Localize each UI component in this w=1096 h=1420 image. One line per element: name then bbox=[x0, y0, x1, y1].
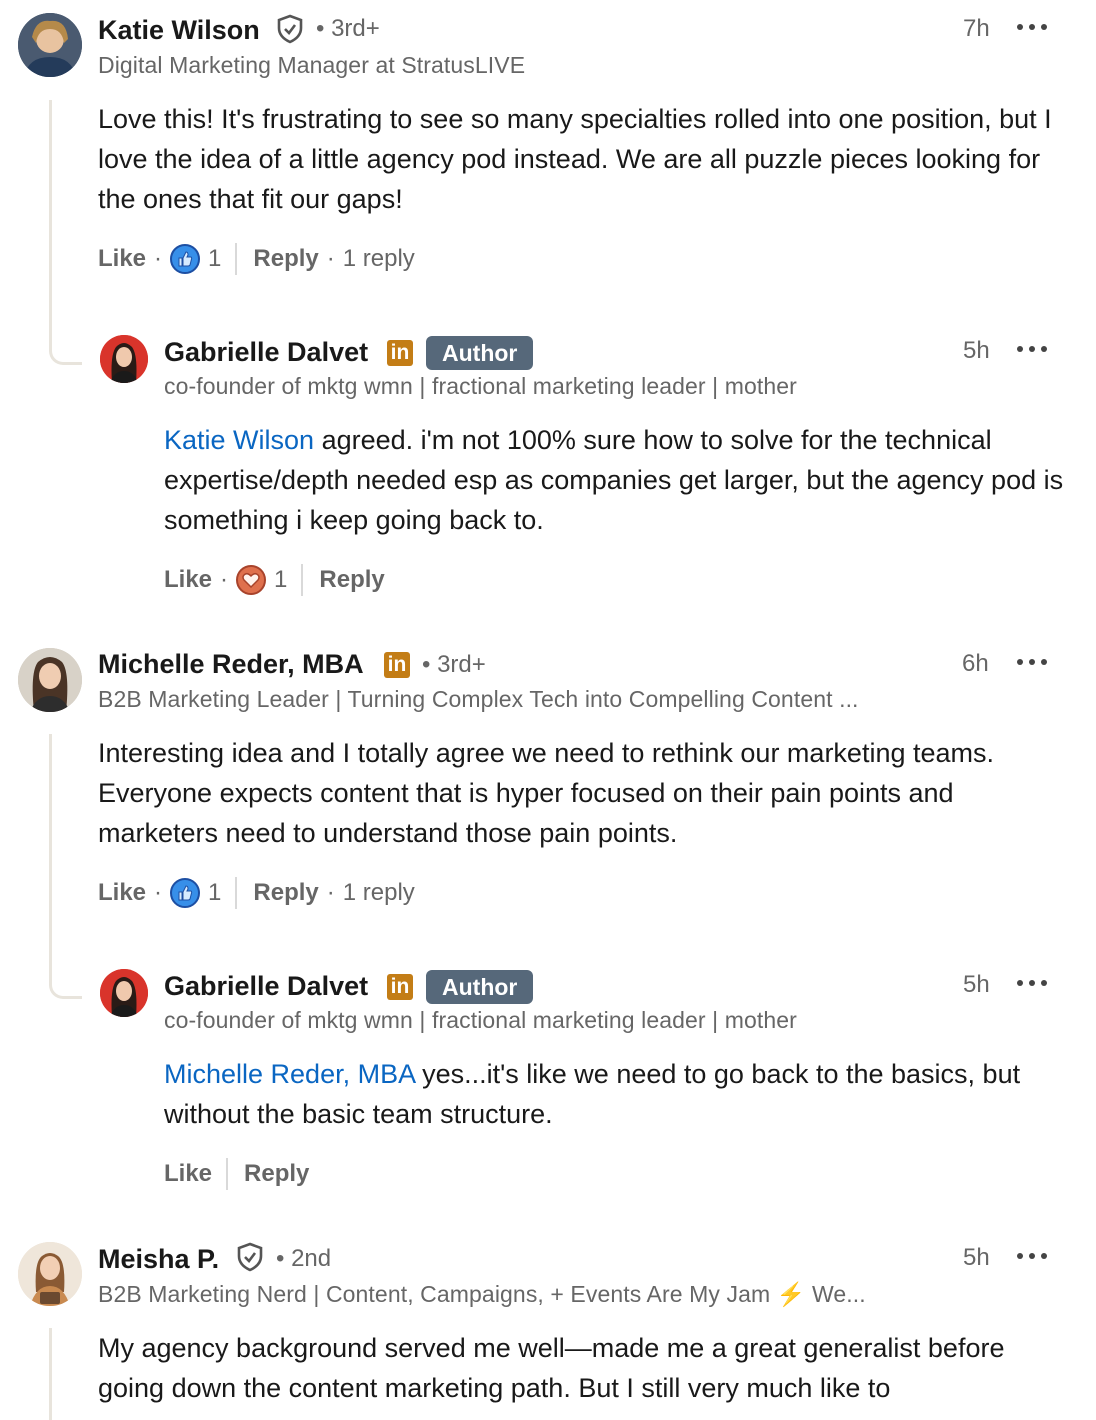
more-options-icon[interactable] bbox=[1017, 978, 1047, 988]
replies-count-link[interactable]: 1 reply bbox=[343, 879, 415, 907]
linkedin-badge-icon: in bbox=[384, 652, 410, 678]
commenter-headline: B2B Marketing Nerd | Content, Campaigns,… bbox=[98, 1281, 866, 1307]
comment-text: Interesting idea and I totally agree we … bbox=[98, 738, 995, 848]
reply-button[interactable]: Reply bbox=[253, 879, 318, 907]
mention-link[interactable]: Michelle Reder, MBA bbox=[164, 1059, 415, 1089]
more-options-icon[interactable] bbox=[1017, 344, 1047, 354]
avatar[interactable] bbox=[18, 648, 82, 712]
more-options-icon[interactable] bbox=[1017, 1251, 1047, 1261]
linkedin-badge-icon: in bbox=[387, 340, 413, 366]
commenter-headline: Digital Marketing Manager at StratusLIVE bbox=[98, 52, 526, 78]
comment-text: My agency background served me well—made… bbox=[98, 1333, 1005, 1403]
reaction-count[interactable]: 1 bbox=[208, 879, 221, 907]
comment-actions: Like · 1 Reply · 1 reply bbox=[98, 242, 415, 276]
comment-time: 5h bbox=[963, 971, 990, 998]
comment-time: 5h bbox=[963, 1244, 990, 1271]
thread-line bbox=[49, 1328, 52, 1420]
mention-link[interactable]: Katie Wilson bbox=[164, 425, 314, 455]
avatar[interactable] bbox=[100, 335, 148, 383]
comment-text: Michelle Reder, MBA yes...it's like we n… bbox=[164, 1054, 1064, 1134]
comment-time: 7h bbox=[963, 15, 990, 42]
commenter-name[interactable]: Meisha P. bbox=[98, 1244, 219, 1275]
connection-degree: • 3rd+ bbox=[316, 15, 380, 42]
more-options-icon[interactable] bbox=[1017, 657, 1047, 667]
comment-actions: Like Reply bbox=[164, 1157, 309, 1191]
comment-time: 5h bbox=[963, 337, 990, 364]
avatar[interactable] bbox=[100, 969, 148, 1017]
commenter-name[interactable]: Gabrielle Dalvet bbox=[164, 337, 368, 368]
commenter-headline: co-founder of mktg wmn | fractional mark… bbox=[164, 1007, 797, 1033]
more-options-icon[interactable] bbox=[1017, 22, 1047, 32]
comment-actions: Like · 1 Reply bbox=[164, 563, 385, 597]
thread-line bbox=[49, 100, 82, 365]
reaction-count[interactable]: 1 bbox=[274, 566, 287, 594]
commenter-name[interactable]: Gabrielle Dalvet bbox=[164, 971, 368, 1002]
replies-count-link[interactable]: 1 reply bbox=[343, 245, 415, 273]
reply-button[interactable]: Reply bbox=[244, 1160, 309, 1188]
like-button[interactable]: Like bbox=[164, 1160, 212, 1188]
avatar[interactable] bbox=[18, 1242, 82, 1306]
verified-shield-icon bbox=[237, 1242, 263, 1272]
author-badge: Author bbox=[426, 336, 534, 370]
avatar[interactable] bbox=[18, 13, 82, 77]
reaction-count[interactable]: 1 bbox=[208, 245, 221, 273]
comment-actions: Like · 1 Reply · 1 reply bbox=[98, 876, 415, 910]
linkedin-badge-icon: in bbox=[387, 974, 413, 1000]
reply-button[interactable]: Reply bbox=[253, 245, 318, 273]
like-button[interactable]: Like bbox=[164, 566, 212, 594]
connection-degree: • 2nd bbox=[276, 1245, 332, 1272]
verified-shield-icon bbox=[277, 14, 303, 44]
commenter-headline: co-founder of mktg wmn | fractional mark… bbox=[164, 373, 797, 399]
author-badge: Author bbox=[426, 970, 534, 1004]
like-button[interactable]: Like bbox=[98, 879, 146, 907]
comment-time: 6h bbox=[962, 650, 989, 677]
like-reaction-icon[interactable] bbox=[170, 878, 201, 908]
commenter-name[interactable]: Michelle Reder, MBA bbox=[98, 649, 364, 680]
comment-text: Katie Wilson agreed. i'm not 100% sure h… bbox=[164, 420, 1079, 540]
thread-line bbox=[49, 734, 82, 999]
comment-text: Love this! It's frustrating to see so ma… bbox=[98, 104, 1052, 214]
like-button[interactable]: Like bbox=[98, 245, 146, 273]
commenter-name[interactable]: Katie Wilson bbox=[98, 15, 260, 46]
commenter-headline: B2B Marketing Leader | Turning Complex T… bbox=[98, 686, 859, 712]
reply-button[interactable]: Reply bbox=[319, 566, 384, 594]
love-reaction-icon[interactable] bbox=[236, 565, 267, 595]
connection-degree: • 3rd+ bbox=[422, 651, 486, 678]
like-reaction-icon[interactable] bbox=[170, 244, 201, 274]
